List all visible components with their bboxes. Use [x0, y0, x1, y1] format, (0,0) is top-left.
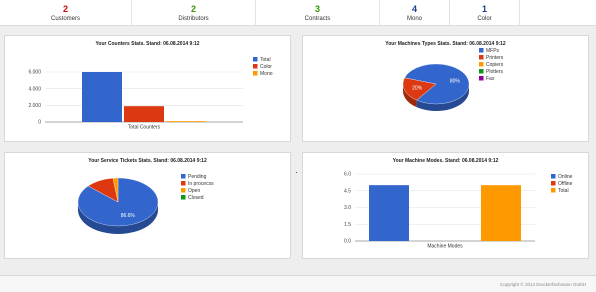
legend-swatch — [551, 181, 556, 186]
y-tick-label: 1.5 — [344, 222, 351, 228]
bar-color — [124, 106, 164, 122]
legend-label: Pending — [188, 174, 207, 180]
footer-copyright: Copyright © 2014 Druckerfachmann GmbH — [499, 282, 586, 287]
legend-label: Offline — [558, 181, 573, 187]
service-tickets-panel: Your Service Tickets Stats. Stand: 06.08… — [4, 152, 291, 259]
stat-mono-label: Mono — [406, 16, 422, 22]
machine-types-chart: 80% 20% MFPsPrintersCopiersPlottersFax — [402, 48, 504, 111]
y-tick-label: 2.000 — [28, 103, 41, 109]
footer: Copyright © 2014 Druckerfachmann GmbH — [0, 275, 596, 292]
bar-online — [369, 185, 409, 241]
stat-customers[interactable]: 2 Customers — [0, 0, 132, 25]
machine-modes-chart: 0.0 1.5 3.0 4.5 6.0 Machine Modes OnlineOfflin… — [344, 172, 573, 250]
bar-mono — [166, 121, 206, 122]
legend-label: Copiers — [486, 62, 504, 68]
legend-label: Closed — [188, 195, 204, 201]
legend-swatch — [551, 174, 556, 179]
legend-swatch — [479, 69, 484, 74]
legend-swatch — [479, 48, 484, 53]
stat-distributors[interactable]: 2 Distributors — [132, 0, 256, 25]
legend-label: Total — [260, 57, 271, 63]
y-tick-label: 0.0 — [344, 239, 351, 245]
legend-swatch — [253, 57, 258, 62]
legend-swatch — [181, 188, 186, 193]
stat-distributors-label: Distributors — [178, 16, 209, 22]
slice-percent-label: 20% — [412, 86, 423, 92]
y-tick-label: 3.0 — [344, 205, 351, 211]
legend-label: Printers — [486, 55, 504, 61]
separator-dot — [296, 172, 297, 173]
stat-color[interactable]: 1 Color — [450, 0, 520, 25]
y-tick-label: 4.000 — [28, 86, 41, 92]
legend-swatch — [181, 174, 186, 179]
stats-bar: 2 Customers 2 Distributors 3 Contracts 4… — [0, 0, 596, 26]
legend-swatch — [479, 76, 484, 81]
stat-distributors-value: 2 — [190, 4, 196, 14]
bar-total — [481, 185, 521, 241]
machine-types-panel: Your Machines Types Stats. Stand: 06.08.… — [302, 35, 589, 142]
machine-modes-panel: Your Machine Modes. Stand: 06.08.2014 9:… — [302, 152, 589, 259]
legend-swatch — [253, 71, 258, 76]
stat-mono[interactable]: 4 Mono — [380, 0, 450, 25]
legend-swatch — [479, 62, 484, 67]
stat-color-value: 1 — [481, 4, 487, 14]
y-tick-label: 0 — [38, 120, 41, 126]
legend-swatch — [479, 55, 484, 60]
legend-swatch — [551, 188, 556, 193]
stat-contracts-value: 3 — [314, 4, 320, 14]
legend-label: Open — [188, 188, 200, 194]
legend-label: MFPs — [486, 48, 500, 54]
stat-contracts[interactable]: 3 Contracts — [256, 0, 380, 25]
legend-swatch — [181, 181, 186, 186]
stat-color-label: Color — [477, 16, 492, 22]
stat-customers-value: 2 — [62, 4, 68, 14]
legend-label: Plotters — [486, 69, 503, 75]
y-tick-label: 4.5 — [344, 188, 351, 194]
slice-percent-label: 80% — [450, 78, 461, 84]
legend-swatch — [181, 195, 186, 200]
service-tickets-chart: 86.6% PendingIn procecssOpenClosed — [77, 174, 214, 234]
counters-chart: 0 2.000 4.000 6.000 Total Counters TotalColor… — [28, 57, 273, 131]
x-category-label: Machine Modes — [427, 244, 463, 250]
stat-contracts-label: Contracts — [304, 16, 331, 22]
y-tick-label: 6.000 — [28, 70, 41, 76]
legend-swatch — [253, 64, 258, 69]
bar-total — [82, 72, 122, 122]
legend-label: Mono — [260, 71, 273, 77]
x-category-label: Total Counters — [128, 125, 161, 131]
legend-label: In procecss — [188, 181, 214, 187]
legend-label: Fax — [486, 76, 495, 82]
legend-label: Online — [558, 174, 573, 180]
legend-label: Total — [558, 188, 569, 194]
stat-mono-value: 4 — [411, 4, 417, 14]
stat-customers-label: Customers — [50, 16, 80, 22]
y-tick-label: 6.0 — [344, 172, 351, 178]
counters-panel: Your Counters Stats. Stand: 06.08.2014 9… — [4, 35, 291, 142]
legend-label: Color — [260, 64, 272, 70]
slice-percent-label: 86.6% — [121, 213, 136, 219]
